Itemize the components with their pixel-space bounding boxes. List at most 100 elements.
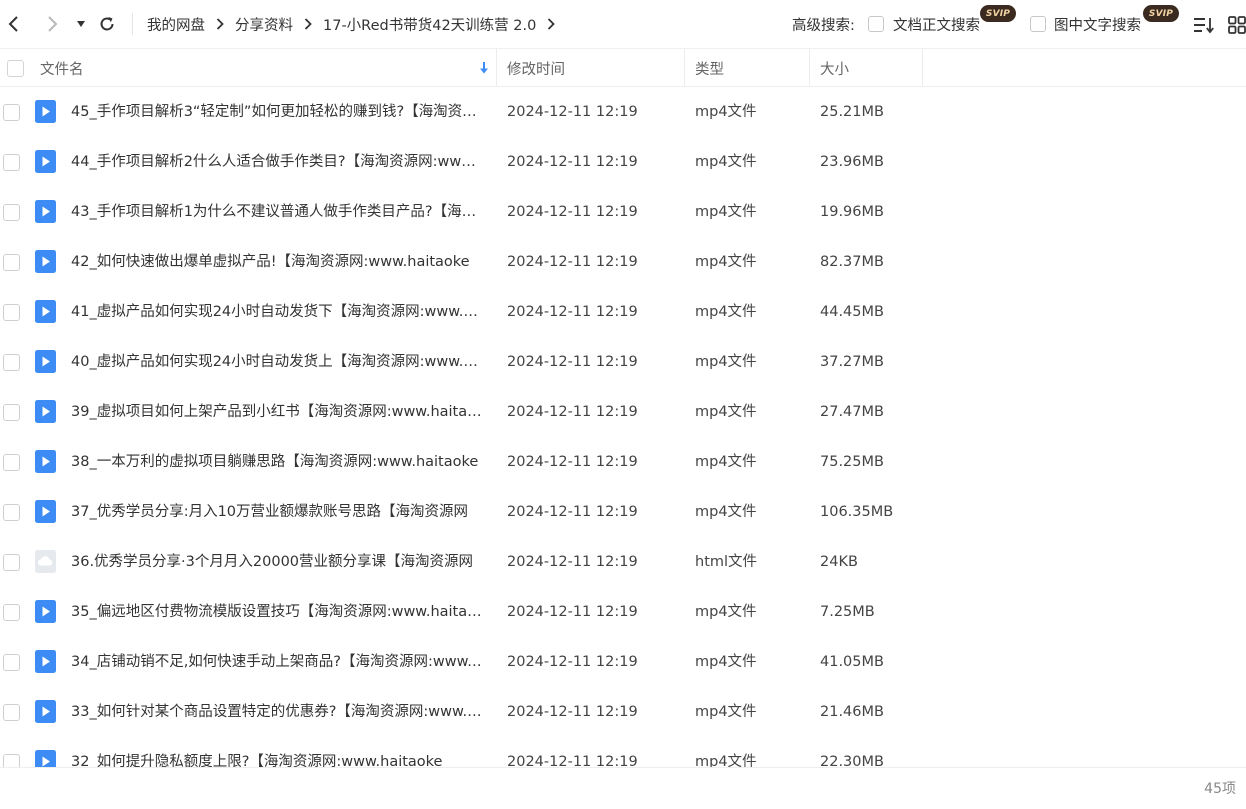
grid-view-icon[interactable] (1226, 14, 1246, 36)
chevron-right-icon[interactable] (547, 18, 556, 30)
back-icon[interactable] (2, 12, 26, 36)
file-type: mp4文件 (695, 754, 757, 767)
row-checkbox[interactable] (3, 504, 20, 521)
column-divider (809, 49, 810, 87)
table-row[interactable]: 38_一本万利的虚拟项目躺赚思路【海淘资源网:www.haitaoke 2024-… (0, 437, 1246, 487)
select-all-checkbox[interactable] (7, 60, 24, 77)
doc-text-search-option[interactable]: 文档正文搜索 (868, 0, 980, 48)
table-row[interactable]: 42_如何快速做出爆单虚拟产品!【海淘资源网:www.haitaoke 2024-… (0, 237, 1246, 287)
table-row[interactable]: 37_优秀学员分享:月入10万营业额爆款账号思路【海淘资源网 2024-12-11… (0, 487, 1246, 537)
table-row[interactable]: 40_虚拟产品如何实现24小时自动发货上【海淘资源网:www.haitaoke 2… (0, 337, 1246, 387)
row-checkbox[interactable] (3, 604, 20, 621)
image-text-search-checkbox[interactable] (1030, 16, 1046, 32)
file-type: mp4文件 (695, 204, 757, 220)
file-name[interactable]: 32_如何提升隐私额度上限?【海淘资源网:www.haitaoke (71, 737, 486, 767)
breadcrumb-root[interactable]: 我的网盘 (147, 14, 205, 35)
sort-descending-icon[interactable] (478, 61, 490, 75)
row-checkbox[interactable] (3, 254, 20, 271)
file-name[interactable]: 37_优秀学员分享:月入10万营业额爆款账号思路【海淘资源网 (71, 487, 486, 537)
file-name[interactable]: 40_虚拟产品如何实现24小时自动发货上【海淘资源网:www.haitaoke (71, 337, 486, 387)
file-name[interactable]: 38_一本万利的虚拟项目躺赚思路【海淘资源网:www.haitaoke (71, 437, 486, 487)
file-type: mp4文件 (695, 354, 757, 370)
table-row[interactable]: 45_手作项目解析3“轻定制”如何更加轻松的赚到钱?【海淘资源网:www.hai… (0, 87, 1246, 137)
file-modified-time: 2024-12-11 12:19 (507, 654, 638, 670)
file-type: mp4文件 (695, 504, 757, 520)
file-name[interactable]: 43_手作项目解析1为什么不建议普通人做手作类目产品?【海淘资源网 (71, 187, 486, 237)
file-name[interactable]: 45_手作项目解析3“轻定制”如何更加轻松的赚到钱?【海淘资源网:www.hai… (71, 87, 486, 137)
row-checkbox[interactable] (3, 204, 20, 221)
file-type: mp4文件 (695, 654, 757, 670)
video-file-icon (35, 300, 56, 323)
file-type: html文件 (695, 554, 758, 570)
refresh-icon[interactable] (95, 12, 119, 36)
file-table-header: 文件名 修改时间 类型 大小 (0, 48, 1246, 87)
file-size: 27.47MB (820, 404, 884, 420)
table-row[interactable]: 33_如何针对某个商品设置特定的优惠券?【海淘资源网:www.haitaoke 2… (0, 687, 1246, 737)
file-name[interactable]: 34_店铺动销不足,如何快速手动上架商品?【海淘资源网:www.haitaoke (71, 637, 486, 687)
row-checkbox[interactable] (3, 304, 20, 321)
file-size: 41.05MB (820, 654, 884, 670)
file-type: mp4文件 (695, 254, 757, 270)
column-divider (496, 49, 497, 87)
file-size: 22.30MB (820, 754, 884, 767)
forward-icon[interactable] (40, 12, 64, 36)
row-checkbox[interactable] (3, 704, 20, 721)
file-name[interactable]: 33_如何针对某个商品设置特定的优惠券?【海淘资源网:www.haitaoke (71, 687, 486, 737)
file-name[interactable]: 35_偏远地区付费物流模版设置技巧【海淘资源网:www.haitaoke (71, 587, 486, 637)
row-checkbox[interactable] (3, 654, 20, 671)
table-row[interactable]: 35_偏远地区付费物流模版设置技巧【海淘资源网:www.haitaoke 2024… (0, 587, 1246, 637)
breadcrumb-current[interactable]: 17-小Red书带货42天训练营 2.0 (323, 14, 536, 35)
file-modified-time: 2024-12-11 12:19 (507, 604, 638, 620)
row-checkbox[interactable] (3, 754, 20, 767)
file-size: 44.45MB (820, 304, 884, 320)
doc-text-search-checkbox[interactable] (868, 16, 884, 32)
file-size: 19.96MB (820, 204, 884, 220)
video-file-icon (35, 650, 56, 673)
file-type: mp4文件 (695, 404, 757, 420)
column-header-time[interactable]: 修改时间 (507, 49, 565, 87)
row-checkbox[interactable] (3, 154, 20, 171)
column-header-type[interactable]: 类型 (695, 49, 724, 87)
video-file-icon (35, 250, 56, 273)
column-divider (922, 49, 923, 87)
file-modified-time: 2024-12-11 12:19 (507, 304, 638, 320)
row-checkbox[interactable] (3, 404, 20, 421)
file-name[interactable]: 44_手作项目解析2什么人适合做手作类目?【海淘资源网:www.haitaoke (71, 137, 486, 187)
file-name[interactable]: 42_如何快速做出爆单虚拟产品!【海淘资源网:www.haitaoke (71, 237, 486, 287)
file-name[interactable]: 41_虚拟产品如何实现24小时自动发货下【海淘资源网:www.haitaoke (71, 287, 486, 337)
breadcrumb-folder[interactable]: 分享资料 (235, 14, 293, 35)
table-row[interactable]: 32_如何提升隐私额度上限?【海淘资源网:www.haitaoke 2024-12… (0, 737, 1246, 767)
file-list: 45_手作项目解析3“轻定制”如何更加轻松的赚到钱?【海淘资源网:www.hai… (0, 87, 1246, 767)
sort-icon[interactable] (1193, 14, 1215, 36)
file-modified-time: 2024-12-11 12:19 (507, 704, 638, 720)
advanced-search-label: 高级搜索: (792, 17, 855, 34)
row-checkbox[interactable] (3, 354, 20, 371)
file-name[interactable]: 39_虚拟项目如何上架产品到小红书【海淘资源网:www.haitaoke (71, 387, 486, 437)
file-modified-time: 2024-12-11 12:19 (507, 404, 638, 420)
row-checkbox[interactable] (3, 104, 20, 121)
row-checkbox[interactable] (3, 554, 20, 571)
file-size: 75.25MB (820, 454, 884, 470)
row-checkbox[interactable] (3, 454, 20, 471)
file-size: 37.27MB (820, 354, 884, 370)
video-file-icon (35, 750, 56, 767)
file-modified-time: 2024-12-11 12:19 (507, 354, 638, 370)
chevron-right-icon (304, 18, 312, 30)
column-header-size[interactable]: 大小 (820, 49, 849, 87)
video-file-icon (35, 700, 56, 723)
file-type: mp4文件 (695, 454, 757, 470)
image-text-search-label: 图中文字搜索 (1054, 17, 1141, 34)
column-header-name[interactable]: 文件名 (40, 49, 84, 87)
table-row[interactable]: 43_手作项目解析1为什么不建议普通人做手作类目产品?【海淘资源网 2024-12… (0, 187, 1246, 237)
table-row[interactable]: 39_虚拟项目如何上架产品到小红书【海淘资源网:www.haitaoke 2024… (0, 387, 1246, 437)
svip-badge: SVIP (1143, 5, 1179, 22)
image-text-search-option[interactable]: 图中文字搜索 (1030, 0, 1141, 48)
file-modified-time: 2024-12-11 12:19 (507, 504, 638, 520)
table-row[interactable]: 44_手作项目解析2什么人适合做手作类目?【海淘资源网:www.haitaoke… (0, 137, 1246, 187)
table-row[interactable]: 34_店铺动销不足,如何快速手动上架商品?【海淘资源网:www.haitaoke… (0, 637, 1246, 687)
file-size: 24KB (820, 554, 858, 570)
table-row[interactable]: 41_虚拟产品如何实现24小时自动发货下【海淘资源网:www.haitaoke 2… (0, 287, 1246, 337)
table-row[interactable]: 36.优秀学员分享·3个月月入20000营业额分享课【海淘资源网 2024-12-… (0, 537, 1246, 587)
file-name[interactable]: 36.优秀学员分享·3个月月入20000营业额分享课【海淘资源网 (71, 537, 486, 587)
history-dropdown-icon[interactable] (69, 12, 93, 36)
